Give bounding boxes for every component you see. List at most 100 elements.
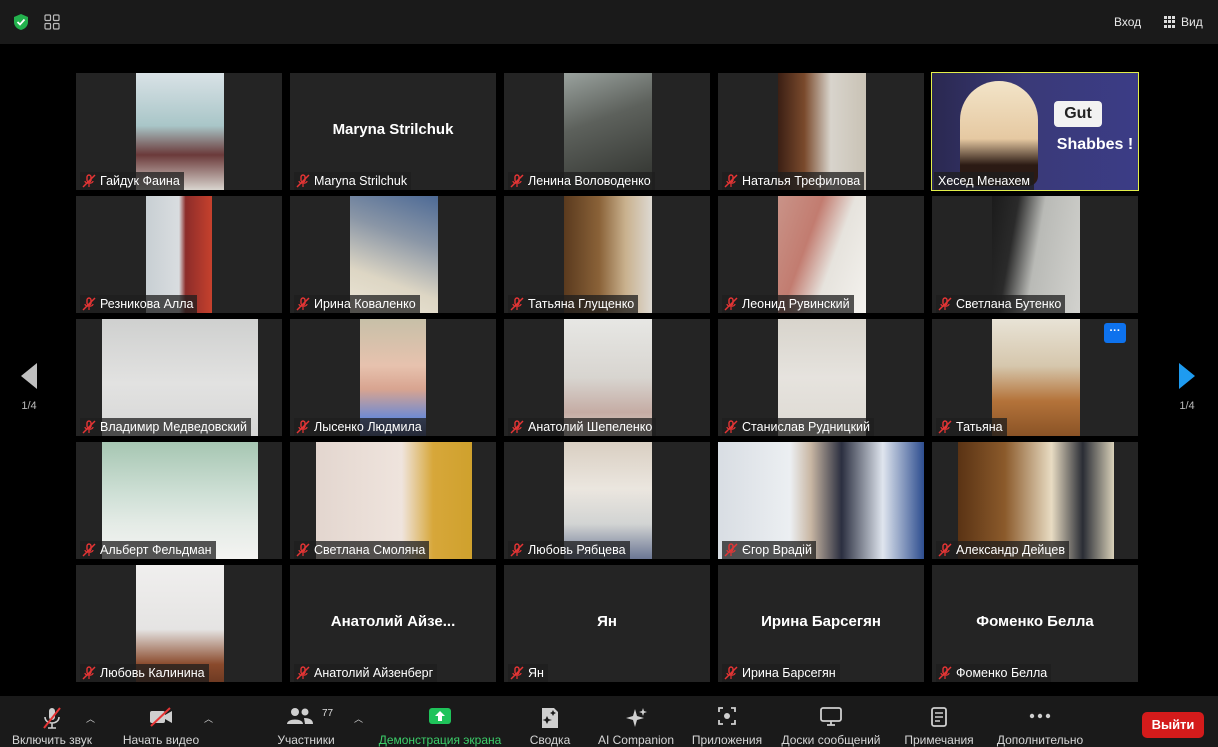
mic-muted-icon: [296, 420, 310, 434]
next-page-button[interactable]: 1/4: [1172, 362, 1202, 412]
name-label: Ленина Воловоденко: [508, 172, 655, 190]
name-label: Леонид Рувинский: [722, 295, 854, 313]
share-screen-label: Демонстрация экрана: [378, 733, 502, 747]
view-options-icon[interactable]: [44, 14, 60, 30]
top-bar: Вход Вид: [0, 0, 1218, 44]
name-label: Татьяна: [936, 418, 1007, 436]
more-dots-icon: [1029, 713, 1051, 719]
summary-button[interactable]: Сводка: [522, 696, 578, 747]
audio-options-caret[interactable]: ︿: [86, 712, 95, 725]
name-label: Татьяна Глущенко: [508, 295, 639, 313]
participant-tile[interactable]: Анатолий Айзе... Анатолий Айзенберг: [290, 565, 496, 682]
mic-muted-icon: [82, 420, 96, 434]
name-label: Светлана Смоляна: [294, 541, 430, 559]
mic-muted-icon: [296, 666, 310, 680]
participant-tile[interactable]: Светлана Смоляна: [290, 442, 496, 559]
participant-tile[interactable]: Ленина Воловоденко: [504, 73, 710, 190]
share-screen-button[interactable]: Демонстрация экрана: [374, 696, 506, 747]
mic-muted-icon: [724, 174, 738, 188]
mic-muted-icon: [82, 297, 96, 311]
participant-tile[interactable]: Владимир Медведовский: [76, 319, 282, 436]
participant-tile[interactable]: Ирина Коваленко: [290, 196, 496, 313]
participant-tile-active-speaker[interactable]: Gut Shabbes ! Хесед Менахем: [931, 72, 1139, 191]
participant-more-options-button[interactable]: ···: [1104, 323, 1126, 343]
notes-button[interactable]: Примечания: [898, 696, 980, 747]
participant-tile[interactable]: Любовь Калинина: [76, 565, 282, 682]
view-button[interactable]: Вид: [1158, 11, 1209, 33]
leave-button[interactable]: Выйти: [1142, 712, 1204, 738]
notes-icon: [931, 707, 947, 727]
mic-muted-icon: [510, 666, 524, 680]
name-label: Анатолий Шепеленко: [508, 418, 657, 436]
mic-muted-icon: [296, 174, 310, 188]
participant-tile[interactable]: Єгор Врадій: [718, 442, 924, 559]
gallery-stage: 1/4 1/4 Гайдук Фаина Maryna Strilchuk Ma…: [0, 44, 1218, 696]
name-label: Лысенко Людмила: [294, 418, 426, 436]
security-shield-icon[interactable]: [12, 13, 30, 31]
name-label: Любовь Калинина: [80, 664, 209, 682]
name-label: Наталья Трефилова: [722, 172, 865, 190]
mic-muted-icon: [82, 174, 96, 188]
participant-tile[interactable]: Фоменко Белла Фоменко Белла: [932, 565, 1138, 682]
greeting-sign-top: Gut: [1054, 101, 1102, 127]
participant-tile[interactable]: Лысенко Людмила: [290, 319, 496, 436]
mic-muted-icon: [724, 543, 738, 557]
ai-sparkle-icon: [626, 708, 647, 727]
name-label: Любовь Рябцева: [508, 541, 630, 559]
mic-muted-icon: [724, 666, 738, 680]
participant-tile[interactable]: Ян Ян: [504, 565, 710, 682]
video-off-icon: [150, 707, 172, 727]
participant-tile[interactable]: Леонид Рувинский: [718, 196, 924, 313]
microphone-muted-icon: [43, 707, 61, 729]
participant-tile[interactable]: Александр Дейцев: [932, 442, 1138, 559]
start-video-button[interactable]: Начать видео: [118, 696, 204, 747]
name-label: Єгор Врадій: [722, 541, 816, 559]
video-options-caret[interactable]: ︿: [204, 712, 213, 725]
participant-tile[interactable]: ··· Татьяна: [932, 319, 1138, 436]
participant-display-name: Анатолий Айзе...: [330, 613, 456, 630]
participants-options-caret[interactable]: ︿: [354, 712, 363, 725]
participant-tile[interactable]: Наталья Трефилова: [718, 73, 924, 190]
participants-button[interactable]: Участники: [268, 696, 344, 747]
mic-muted-icon: [724, 297, 738, 311]
participant-tile[interactable]: Светлана Бутенко: [932, 196, 1138, 313]
name-label: Альберт Фельдман: [80, 541, 216, 559]
participant-tile[interactable]: Maryna Strilchuk Maryna Strilchuk: [290, 73, 496, 190]
participant-display-name: Ян: [597, 613, 617, 630]
participant-display-name: Ирина Барсегян: [761, 613, 881, 630]
mic-muted-icon: [510, 297, 524, 311]
mic-muted-icon: [296, 297, 310, 311]
participant-tile[interactable]: Ирина Барсегян Ирина Барсегян: [718, 565, 924, 682]
participant-display-name: Maryna Strilchuk: [332, 121, 454, 138]
more-button[interactable]: Дополнительно: [992, 696, 1088, 747]
share-screen-icon: [429, 708, 451, 724]
speaker-figure: [960, 81, 1038, 186]
participant-tile[interactable]: Татьяна Глущенко: [504, 196, 710, 313]
participant-tile[interactable]: Анатолий Шепеленко: [504, 319, 710, 436]
participant-tile[interactable]: Резникова Алла: [76, 196, 282, 313]
participants-count: 77: [322, 708, 334, 719]
participants-icon: [287, 708, 313, 724]
apps-label: Приложения: [691, 733, 763, 747]
mic-muted-icon: [82, 666, 96, 680]
apps-button[interactable]: Приложения: [690, 696, 764, 747]
mic-muted-icon: [510, 174, 524, 188]
ai-companion-button[interactable]: AI Companion: [594, 696, 678, 747]
ai-companion-label: AI Companion: [597, 733, 675, 747]
whiteboard-icon: [820, 707, 842, 726]
participant-tile[interactable]: Станислав Рудницкий: [718, 319, 924, 436]
name-label: Резникова Алла: [80, 295, 198, 313]
notes-label: Примечания: [904, 733, 974, 747]
participant-tile[interactable]: Альберт Фельдман: [76, 442, 282, 559]
view-label: Вид: [1181, 15, 1203, 29]
arrow-right-icon: [1179, 363, 1195, 389]
summary-label: Сводка: [529, 733, 571, 747]
page-indicator-right: 1/4: [1179, 400, 1195, 412]
start-video-label: Начать видео: [122, 733, 200, 747]
login-button[interactable]: Вход: [1108, 11, 1147, 33]
participant-tile[interactable]: Любовь Рябцева: [504, 442, 710, 559]
previous-page-button[interactable]: 1/4: [14, 362, 44, 412]
whiteboards-button[interactable]: Доски сообщений: [776, 696, 886, 747]
unmute-button[interactable]: Включить звук: [6, 696, 98, 747]
participant-tile[interactable]: Гайдук Фаина: [76, 73, 282, 190]
